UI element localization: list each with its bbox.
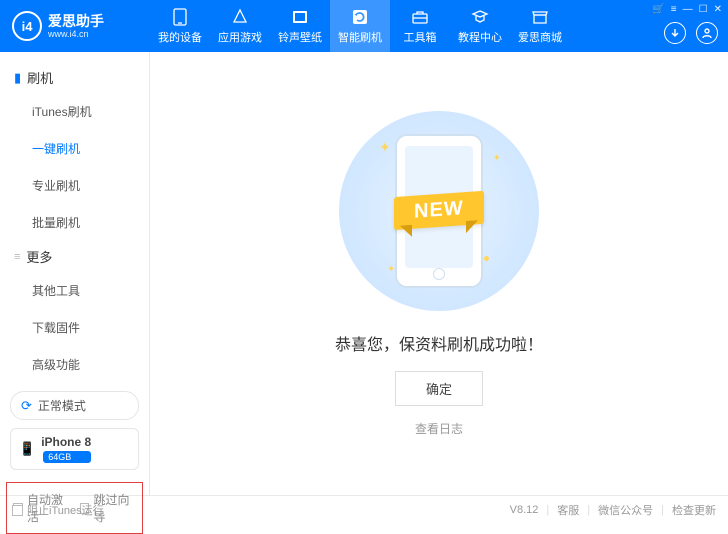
sidebar-item-other-tools[interactable]: 其他工具 xyxy=(32,272,149,309)
ringtone-icon xyxy=(291,8,309,26)
maximize-icon[interactable]: ☐ xyxy=(699,4,708,15)
logo-icon: i4 xyxy=(12,11,42,41)
nav-tutorials[interactable]: 教程中心 xyxy=(450,0,510,52)
window-controls: 🛒 ≡ — ☐ ✕ xyxy=(652,4,722,15)
device-small-icon: ▮ xyxy=(14,70,21,86)
tutorial-icon xyxy=(471,8,489,26)
top-nav: 我的设备 应用游戏 铃声壁纸 智能刷机 工具箱 教程中心 爱思商城 xyxy=(150,0,570,52)
header-right-icons xyxy=(664,22,718,44)
nav-flash[interactable]: 智能刷机 xyxy=(330,0,390,52)
success-message: 恭喜您，保资料刷机成功啦！ xyxy=(335,331,543,355)
close-icon[interactable]: ✕ xyxy=(714,4,722,15)
view-log-link[interactable]: 查看日志 xyxy=(415,420,463,437)
ok-button[interactable]: 确定 xyxy=(395,371,483,406)
phone-icon: 📱 xyxy=(19,441,35,457)
sidebar-item-itunes-flash[interactable]: iTunes刷机 xyxy=(32,93,149,130)
version-label: V8.12 xyxy=(510,504,539,516)
main-content: ✦ ✦ ✦ NEW 恭喜您，保资料刷机成功啦！ 确定 查看日志 xyxy=(150,52,728,495)
device-icon xyxy=(171,8,189,26)
store-icon xyxy=(531,8,549,26)
device-card[interactable]: 📱 iPhone 8 64GB xyxy=(10,428,139,470)
apps-icon xyxy=(231,8,249,26)
nav-apps[interactable]: 应用游戏 xyxy=(210,0,270,52)
mode-pill[interactable]: ⟳ 正常模式 xyxy=(10,391,139,420)
cart-icon[interactable]: 🛒 xyxy=(652,4,664,15)
sidebar-item-batch-flash[interactable]: 批量刷机 xyxy=(32,204,149,241)
header: i4 爱思助手 www.i4.cn 我的设备 应用游戏 铃声壁纸 智能刷机 工具… xyxy=(0,0,728,52)
logo: i4 爱思助手 www.i4.cn xyxy=(0,11,150,41)
sparkle-icon: ✦ xyxy=(493,153,501,164)
download-icon[interactable] xyxy=(664,22,686,44)
success-illustration: ✦ ✦ ✦ NEW xyxy=(339,111,539,311)
sparkle-icon: ✦ xyxy=(379,139,391,156)
grip-icon: ≡ xyxy=(14,251,20,263)
dot-icon xyxy=(484,256,489,261)
sidebar-group-flash[interactable]: ▮ 刷机 xyxy=(0,62,149,93)
nav-toolbox[interactable]: 工具箱 xyxy=(390,0,450,52)
flash-icon xyxy=(351,8,369,26)
logo-text: 爱思助手 www.i4.cn xyxy=(48,14,104,39)
sidebar: ▮ 刷机 iTunes刷机 一键刷机 专业刷机 批量刷机 ≡ 更多 其他工具 下… xyxy=(0,52,150,495)
block-itunes-checkbox[interactable]: 阻止iTunes运行 xyxy=(12,502,104,518)
toolbox-icon xyxy=(411,8,429,26)
footer-update-link[interactable]: 检查更新 xyxy=(672,502,716,518)
sidebar-item-advanced[interactable]: 高级功能 xyxy=(32,346,149,383)
new-ribbon: NEW xyxy=(394,191,484,230)
footer-support-link[interactable]: 客服 xyxy=(557,502,579,518)
refresh-icon: ⟳ xyxy=(21,398,32,414)
menu-icon[interactable]: ≡ xyxy=(671,4,677,15)
sidebar-item-oneclick-flash[interactable]: 一键刷机 xyxy=(32,130,149,167)
minimize-icon[interactable]: — xyxy=(683,4,693,15)
user-icon[interactable] xyxy=(696,22,718,44)
footer-wechat-link[interactable]: 微信公众号 xyxy=(598,502,653,518)
sidebar-item-download-firmware[interactable]: 下载固件 xyxy=(32,309,149,346)
nav-ringtones[interactable]: 铃声壁纸 xyxy=(270,0,330,52)
storage-badge: 64GB xyxy=(43,451,91,463)
nav-store[interactable]: 爱思商城 xyxy=(510,0,570,52)
nav-my-device[interactable]: 我的设备 xyxy=(150,0,210,52)
sidebar-item-pro-flash[interactable]: 专业刷机 xyxy=(32,167,149,204)
sidebar-group-more[interactable]: ≡ 更多 xyxy=(0,241,149,272)
